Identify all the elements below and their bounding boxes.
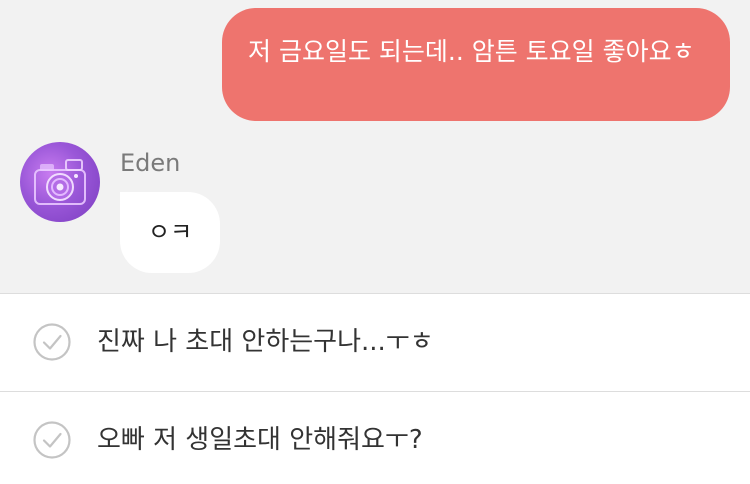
sender-name: Eden (120, 149, 181, 177)
reply-options-list: 진짜 나 초대 안하는구나...ㅜㅎ 오빠 저 생일초대 안해줘요ㅜ? (0, 293, 750, 484)
reply-option[interactable]: 진짜 나 초대 안하는구나...ㅜㅎ (0, 294, 750, 392)
reply-option-text: 진짜 나 초대 안하는구나...ㅜㅎ (97, 327, 434, 357)
incoming-message-bubble: ㅇㅋ (120, 192, 220, 273)
check-circle-icon (33, 421, 71, 459)
reply-option[interactable]: 오빠 저 생일초대 안해줘요ㅜ? (0, 392, 750, 484)
reply-option-text: 오빠 저 생일초대 안해줘요ㅜ? (97, 425, 423, 455)
incoming-message-text: ㅇㅋ (148, 218, 193, 246)
check-circle-icon (33, 323, 71, 361)
camera-icon (34, 159, 86, 205)
outgoing-message-bubble: 저 금요일도 되는데.. 암튼 토요일 좋아요ㅎ (222, 8, 730, 121)
chat-area: 저 금요일도 되는데.. 암튼 토요일 좋아요ㅎ Eden ㅇㅋ (0, 0, 750, 293)
avatar[interactable] (20, 142, 100, 222)
outgoing-message-text: 저 금요일도 되는데.. 암튼 토요일 좋아요ㅎ (248, 37, 695, 66)
